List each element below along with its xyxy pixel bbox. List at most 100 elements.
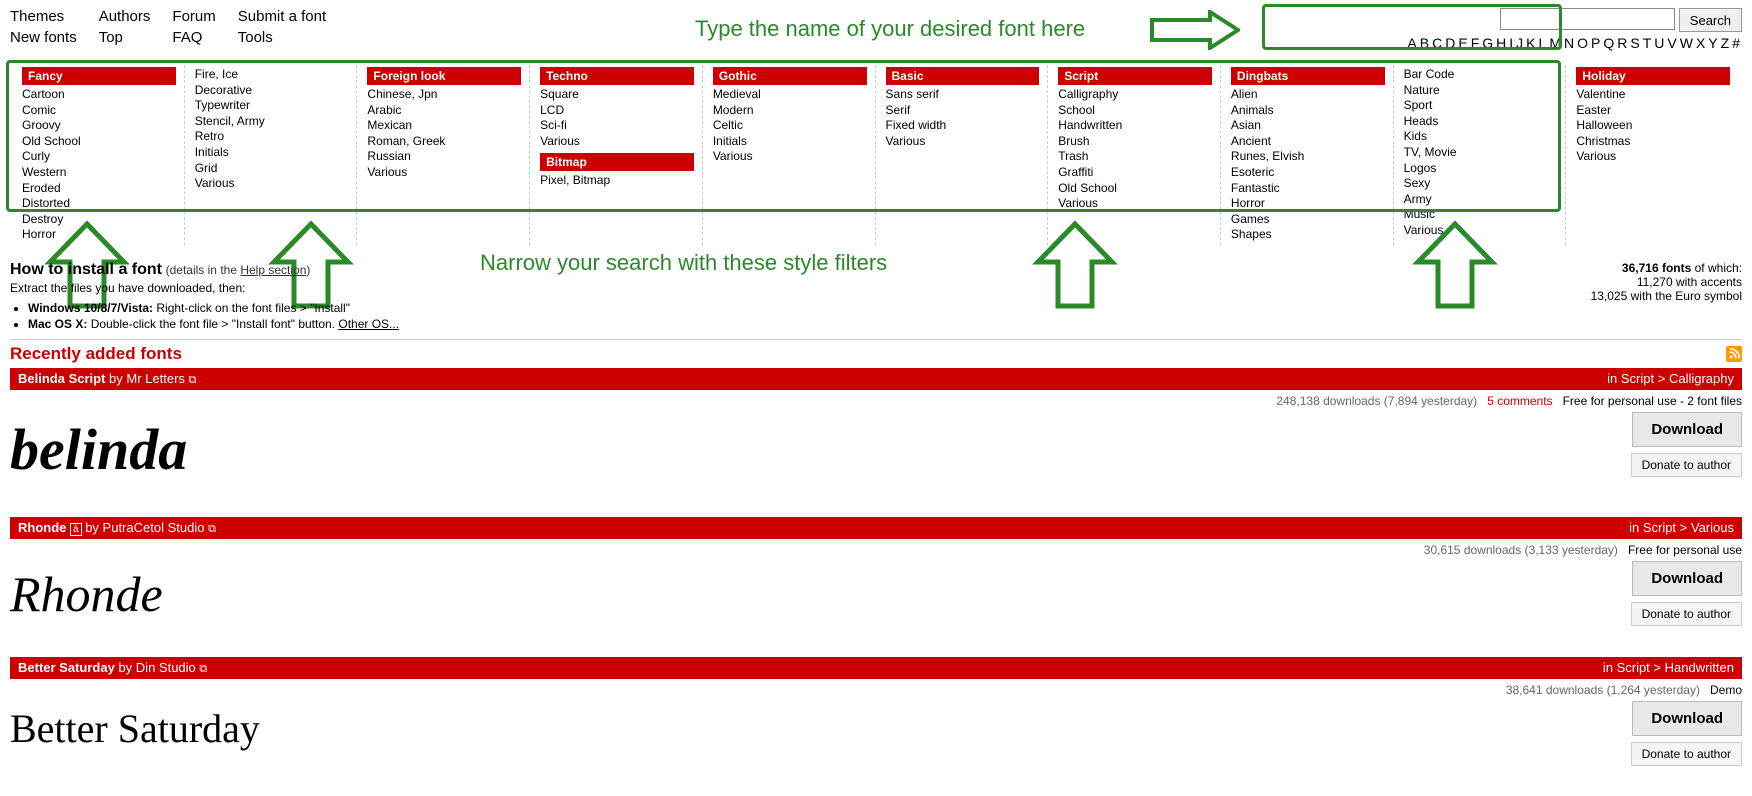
category-item[interactable]: Bar Code [1404, 67, 1558, 83]
category-item[interactable]: Various [367, 165, 521, 181]
category-item[interactable]: Handwritten [1058, 118, 1212, 134]
author-link[interactable]: PutraCetol Studio [103, 520, 205, 535]
download-button[interactable]: Download [1632, 412, 1742, 447]
category-header[interactable]: Bitmap [540, 153, 694, 171]
download-button[interactable]: Download [1632, 701, 1742, 736]
category-header[interactable]: Dingbats [1231, 67, 1385, 85]
alpha-letter[interactable]: M [1548, 35, 1563, 51]
category-item[interactable]: Russian [367, 149, 521, 165]
font-preview[interactable]: belinda [10, 412, 187, 487]
alpha-letter[interactable]: E [1457, 35, 1469, 51]
alpha-letter[interactable]: R [1616, 35, 1629, 51]
category-item[interactable]: Sexy [1404, 176, 1558, 192]
category-link[interactable]: Script [1621, 371, 1654, 386]
category-header[interactable]: Script [1058, 67, 1212, 85]
category-item[interactable]: Army [1404, 192, 1558, 208]
category-item[interactable]: Animals [1231, 103, 1385, 119]
category-item[interactable]: Stencil, Army [195, 114, 349, 130]
category-item[interactable]: Square [540, 87, 694, 103]
category-item[interactable]: Various [540, 134, 694, 150]
category-item[interactable]: Fantastic [1231, 181, 1385, 197]
alpha-letter[interactable]: C [1431, 35, 1444, 51]
category-header[interactable]: Gothic [713, 67, 867, 85]
category-item[interactable]: Shapes [1231, 227, 1385, 243]
help-section-link[interactable]: Help section [240, 263, 306, 277]
category-item[interactable]: Christmas [1576, 134, 1730, 150]
category-item[interactable]: Celtic [713, 118, 867, 134]
nav-link[interactable]: FAQ [172, 29, 215, 46]
category-item[interactable]: Heads [1404, 114, 1558, 130]
category-item[interactable]: Old School [22, 134, 176, 150]
alpha-letter[interactable]: A [1406, 35, 1418, 51]
alpha-letter[interactable]: Q [1602, 35, 1616, 51]
font-preview[interactable]: Better Saturday [10, 701, 260, 756]
nav-link[interactable]: Forum [172, 8, 215, 25]
category-item[interactable]: Calligraphy [1058, 87, 1212, 103]
donate-button[interactable]: Donate to author [1631, 742, 1742, 766]
alpha-letter[interactable]: U [1653, 35, 1666, 51]
font-preview[interactable]: Rhonde [10, 561, 163, 627]
nav-link[interactable]: Top [99, 29, 151, 46]
category-item[interactable]: Distorted [22, 196, 176, 212]
category-item[interactable]: Groovy [22, 118, 176, 134]
alpha-letter[interactable]: J [1515, 35, 1525, 51]
category-item[interactable]: Grid [195, 161, 349, 177]
subcategory-link[interactable]: Handwritten [1665, 660, 1734, 675]
category-item[interactable]: Modern [713, 103, 867, 119]
alpha-letter[interactable]: S [1629, 35, 1641, 51]
category-header[interactable]: Basic [886, 67, 1040, 85]
category-item[interactable]: Kids [1404, 129, 1558, 145]
category-item[interactable]: Nature [1404, 83, 1558, 99]
alpha-letter[interactable]: V [1666, 35, 1678, 51]
alpha-letter[interactable]: N [1563, 35, 1576, 51]
font-name-link[interactable]: Better Saturday [18, 660, 115, 675]
category-item[interactable]: Various [1058, 196, 1212, 212]
category-item[interactable]: Alien [1231, 87, 1385, 103]
category-item[interactable]: Halloween [1576, 118, 1730, 134]
external-link-icon[interactable]: ⧉ [199, 663, 207, 675]
alpha-letter[interactable]: W [1679, 35, 1695, 51]
category-item[interactable]: Mexican [367, 118, 521, 134]
category-item[interactable]: Cartoon [22, 87, 176, 103]
alpha-letter[interactable]: X [1695, 35, 1707, 51]
category-item[interactable]: Brush [1058, 134, 1212, 150]
category-item[interactable]: Fire, Ice [195, 67, 349, 83]
alpha-letter[interactable]: L [1538, 35, 1549, 51]
category-item[interactable]: Serif [886, 103, 1040, 119]
category-item[interactable]: Sci-fi [540, 118, 694, 134]
category-item[interactable]: Decorative [195, 83, 349, 99]
nav-link[interactable]: Tools [238, 29, 326, 46]
category-item[interactable]: Initials [713, 134, 867, 150]
alpha-letter[interactable]: B [1419, 35, 1431, 51]
category-item[interactable]: Various [1576, 149, 1730, 165]
search-button[interactable]: Search [1679, 8, 1742, 32]
category-item[interactable]: Graffiti [1058, 165, 1212, 181]
category-item[interactable]: Chinese, Jpn [367, 87, 521, 103]
category-item[interactable]: School [1058, 103, 1212, 119]
category-item[interactable]: Horror [1231, 196, 1385, 212]
category-header[interactable]: Techno [540, 67, 694, 85]
alpha-letter[interactable]: O [1576, 35, 1590, 51]
alpha-letter[interactable]: P [1590, 35, 1602, 51]
category-item[interactable]: Curly [22, 149, 176, 165]
external-link-icon[interactable]: ⧉ [189, 374, 197, 386]
alpha-letter[interactable]: H [1495, 35, 1508, 51]
external-link-icon[interactable]: ⧉ [208, 523, 216, 535]
alpha-letter[interactable]: G [1481, 35, 1495, 51]
category-item[interactable]: Old School [1058, 181, 1212, 197]
author-link[interactable]: Din Studio [136, 660, 196, 675]
category-item[interactable]: Eroded [22, 181, 176, 197]
category-item[interactable]: Arabic [367, 103, 521, 119]
category-item[interactable]: TV, Movie [1404, 145, 1558, 161]
search-input[interactable] [1500, 8, 1675, 30]
font-name-link[interactable]: Belinda Script [18, 371, 105, 386]
category-item[interactable]: Valentine [1576, 87, 1730, 103]
category-item[interactable]: Various [713, 149, 867, 165]
alpha-letter[interactable]: D [1444, 35, 1457, 51]
nav-link[interactable]: Submit a font [238, 8, 326, 25]
alpha-letter[interactable]: T [1642, 35, 1654, 51]
category-item[interactable]: Games [1231, 212, 1385, 228]
category-item[interactable]: Logos [1404, 161, 1558, 177]
category-item[interactable]: LCD [540, 103, 694, 119]
category-header[interactable]: Fancy [22, 67, 176, 85]
